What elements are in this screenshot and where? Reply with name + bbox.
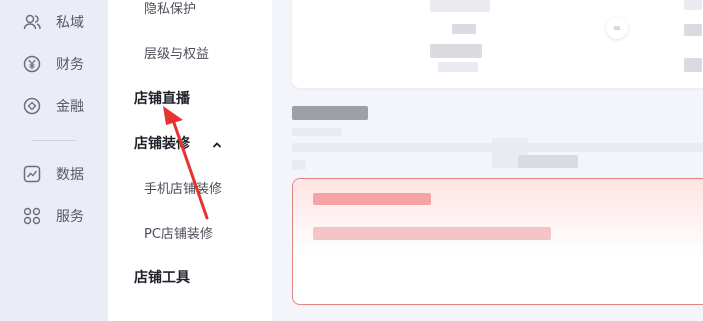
nav-item-data[interactable]: 数据 <box>22 162 84 186</box>
blurred-notice-title <box>313 193 431 205</box>
nav-label: 私域 <box>56 15 84 31</box>
blurred-text <box>292 128 342 136</box>
blurred-text <box>430 0 490 12</box>
nav-label: 财务 <box>56 57 84 73</box>
blurred-text <box>684 24 702 36</box>
primary-nav: 私域 财务 金融 数据 服务 <box>0 0 108 321</box>
blurred-text <box>438 62 478 72</box>
submenu-item-pc-decoration[interactable]: PC店铺装修 <box>144 223 213 242</box>
secondary-menu: 隐私保护 层级与权益 店铺直播 店铺装修 手机店铺装修 PC店铺装修 店铺工具 <box>108 0 272 321</box>
blurred-text <box>430 44 482 58</box>
toggle-button[interactable]: = <box>606 17 628 39</box>
blurred-notice-text <box>313 227 551 240</box>
nav-label: 服务 <box>56 209 84 225</box>
submenu-item-tools[interactable]: 店铺工具 <box>134 267 190 287</box>
nav-item-private-domain[interactable]: 私域 <box>22 10 84 34</box>
nav-divider <box>32 140 76 141</box>
nav-label: 数据 <box>56 167 84 183</box>
yen-circle-icon <box>22 54 42 74</box>
chevron-up-icon[interactable] <box>211 136 223 148</box>
blurred-text <box>684 58 702 72</box>
users-icon <box>22 12 42 32</box>
nav-label: 金融 <box>56 99 84 115</box>
blurred-text <box>518 155 578 168</box>
submenu-item-live[interactable]: 店铺直播 <box>134 88 190 108</box>
blurred-text <box>292 160 306 170</box>
main-content: = <box>272 0 703 321</box>
submenu-item-privacy[interactable]: 隐私保护 <box>144 0 196 17</box>
overview-card: = <box>292 0 703 88</box>
blurred-section-title <box>292 106 368 120</box>
nav-item-services[interactable]: 服务 <box>22 204 84 228</box>
submenu-item-mobile-decoration[interactable]: 手机店铺装修 <box>144 178 222 197</box>
line-chart-icon <box>22 164 42 184</box>
nav-item-financial-services[interactable]: 金融 <box>22 94 84 118</box>
notice-card <box>292 178 703 305</box>
grid-apps-icon <box>22 206 42 226</box>
notice-card-header <box>293 179 703 254</box>
blurred-text <box>684 0 702 10</box>
submenu-group-decoration[interactable]: 店铺装修 <box>134 133 190 153</box>
blurred-text <box>452 24 476 34</box>
nav-item-finance[interactable]: 财务 <box>22 52 84 76</box>
submenu-item-levels[interactable]: 层级与权益 <box>144 43 209 62</box>
finance-diamond-icon <box>22 96 42 116</box>
